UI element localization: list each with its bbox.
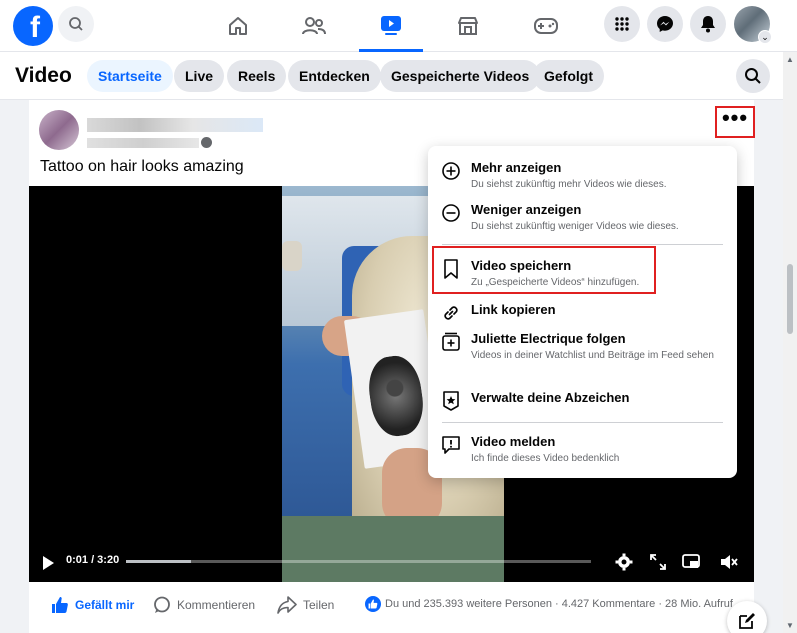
video-controls: 0:01 / 3:20 <box>29 542 754 582</box>
messenger-button[interactable] <box>647 6 683 42</box>
scroll-thumb[interactable] <box>787 264 793 334</box>
search-icon <box>745 68 761 84</box>
video-progress-bar[interactable] <box>126 560 591 563</box>
post-author-avatar[interactable] <box>39 110 79 150</box>
video-time: 0:01 / 3:20 <box>66 554 120 566</box>
page-title: Video <box>15 64 72 87</box>
tab-startseite[interactable]: Startseite <box>87 60 173 92</box>
video-search-button[interactable] <box>736 59 770 93</box>
save-video-highlight-box <box>432 246 656 294</box>
share-button[interactable]: Teilen <box>277 596 334 614</box>
menu-item-title: Verwalte deine Abzeichen <box>471 390 630 405</box>
menu-item-title: Link kopieren <box>471 302 556 317</box>
tab-gefolgt[interactable]: Gefolgt <box>533 60 604 92</box>
globe-icon <box>201 137 212 148</box>
tab-entdecken[interactable]: Entdecken <box>288 60 381 92</box>
menu-item-follow[interactable]: Juliette Electrique folgen Videos in dei… <box>438 331 727 377</box>
menu-divider <box>442 244 723 245</box>
report-icon <box>440 434 462 456</box>
menu-button[interactable] <box>604 6 640 42</box>
nav-tab-video[interactable] <box>359 0 423 52</box>
account-avatar[interactable]: ⌄ <box>734 6 772 44</box>
search-icon <box>69 17 83 31</box>
menu-item-title: Mehr anzeigen <box>471 160 562 175</box>
tab-gespeicherte-videos[interactable]: Gespeicherte Videos <box>380 60 541 92</box>
thumbs-up-icon <box>52 597 68 613</box>
menu-grid-icon <box>615 17 629 31</box>
comment-button[interactable]: Kommentieren <box>153 596 255 614</box>
messenger-icon <box>657 16 673 32</box>
miniplayer-button[interactable] <box>681 552 701 572</box>
video-subheader: Video Startseite Live Reels Entdecken Ge… <box>0 52 783 100</box>
follow-icon <box>440 331 462 353</box>
friends-icon <box>302 17 326 35</box>
like-label: Gefällt mir <box>75 598 135 612</box>
nav-tab-friends[interactable] <box>282 0 346 52</box>
page-scrollbar[interactable]: ▲ ▼ <box>783 52 797 633</box>
blurred-author-name <box>87 118 263 132</box>
notifications-button[interactable] <box>690 6 726 42</box>
menu-item-title: Video melden <box>471 434 556 449</box>
menu-item-title: Juliette Electrique folgen <box>471 331 626 346</box>
nav-tab-gaming[interactable] <box>514 0 578 52</box>
gear-icon <box>615 553 633 571</box>
badge-icon <box>440 390 462 412</box>
post-actions: Gefällt mir Kommentieren Teilen Du und 2… <box>29 582 754 626</box>
gaming-icon <box>534 18 558 34</box>
menu-item-subtitle: Du siehst zukünftig weniger Videos wie d… <box>471 221 679 232</box>
logo-letter: f <box>30 11 40 44</box>
scroll-up-arrow-icon[interactable]: ▲ <box>786 55 794 64</box>
play-icon[interactable] <box>43 556 54 570</box>
scroll-down-arrow-icon[interactable]: ▼ <box>786 621 794 630</box>
compose-icon <box>739 613 755 629</box>
comment-label: Kommentieren <box>177 598 256 612</box>
reaction-stats: Du und 235.393 weitere Personen · 4.427 … <box>385 598 733 610</box>
tab-live[interactable]: Live <box>174 60 225 92</box>
more-options-button[interactable]: ••• <box>715 106 755 138</box>
chevron-down-icon: ⌄ <box>758 30 772 44</box>
volume-muted-icon <box>721 555 738 569</box>
marketplace-icon <box>458 17 478 35</box>
expand-icon <box>650 554 666 570</box>
minus-circle-icon <box>440 202 462 224</box>
blurred-post-time <box>87 138 199 148</box>
menu-item-show-less[interactable]: Weniger anzeigen Du siehst zukünftig wen… <box>438 202 727 238</box>
menu-item-subtitle: Ich finde dieses Video bedenklich <box>471 453 620 464</box>
menu-item-subtitle: Videos in deiner Watchlist und Beiträge … <box>471 350 714 361</box>
menu-item-show-more[interactable]: Mehr anzeigen Du siehst zukünftig mehr V… <box>438 160 727 196</box>
link-icon <box>440 302 462 324</box>
search-button[interactable] <box>58 6 94 42</box>
miniplayer-icon <box>682 554 700 568</box>
hair-clip <box>282 241 302 271</box>
home-icon <box>229 17 247 35</box>
plus-circle-icon <box>440 160 462 182</box>
tab-reels[interactable]: Reels <box>227 60 287 92</box>
notifications-icon <box>701 16 715 33</box>
new-message-button[interactable] <box>727 601 767 633</box>
menu-item-title: Weniger anzeigen <box>471 202 582 217</box>
like-reaction-icon <box>365 596 381 612</box>
share-label: Teilen <box>303 598 335 612</box>
video-icon <box>381 15 401 35</box>
facebook-logo[interactable]: f <box>13 6 53 46</box>
menu-item-subtitle: Du siehst zukünftig mehr Videos wie dies… <box>471 179 667 190</box>
menu-item-manage-badges[interactable]: Verwalte deine Abzeichen <box>438 390 727 412</box>
top-navigation-bar: f ⌄ <box>0 0 797 52</box>
menu-item-copy-link[interactable]: Link kopieren <box>438 302 727 324</box>
post-options-menu: Mehr anzeigen Du siehst zukünftig mehr V… <box>428 146 737 478</box>
mute-button[interactable] <box>719 552 739 572</box>
reaction-summary[interactable]: Du und 235.393 weitere Personen · 4.427 … <box>365 596 733 612</box>
more-dots-icon: ••• <box>721 105 749 130</box>
menu-item-report-video[interactable]: Video melden Ich finde dieses Video bede… <box>438 434 727 470</box>
video-progress-fill <box>126 560 192 563</box>
comment-icon <box>154 596 170 613</box>
post-caption: Tattoo on hair looks amazing <box>40 158 244 175</box>
share-icon <box>277 596 297 614</box>
like-button[interactable]: Gefällt mir <box>51 596 134 614</box>
settings-button[interactable] <box>614 552 634 572</box>
nav-tab-marketplace[interactable] <box>436 0 500 52</box>
nav-tab-home[interactable] <box>206 0 270 52</box>
menu-divider <box>442 422 723 423</box>
fullscreen-button[interactable] <box>648 552 668 572</box>
